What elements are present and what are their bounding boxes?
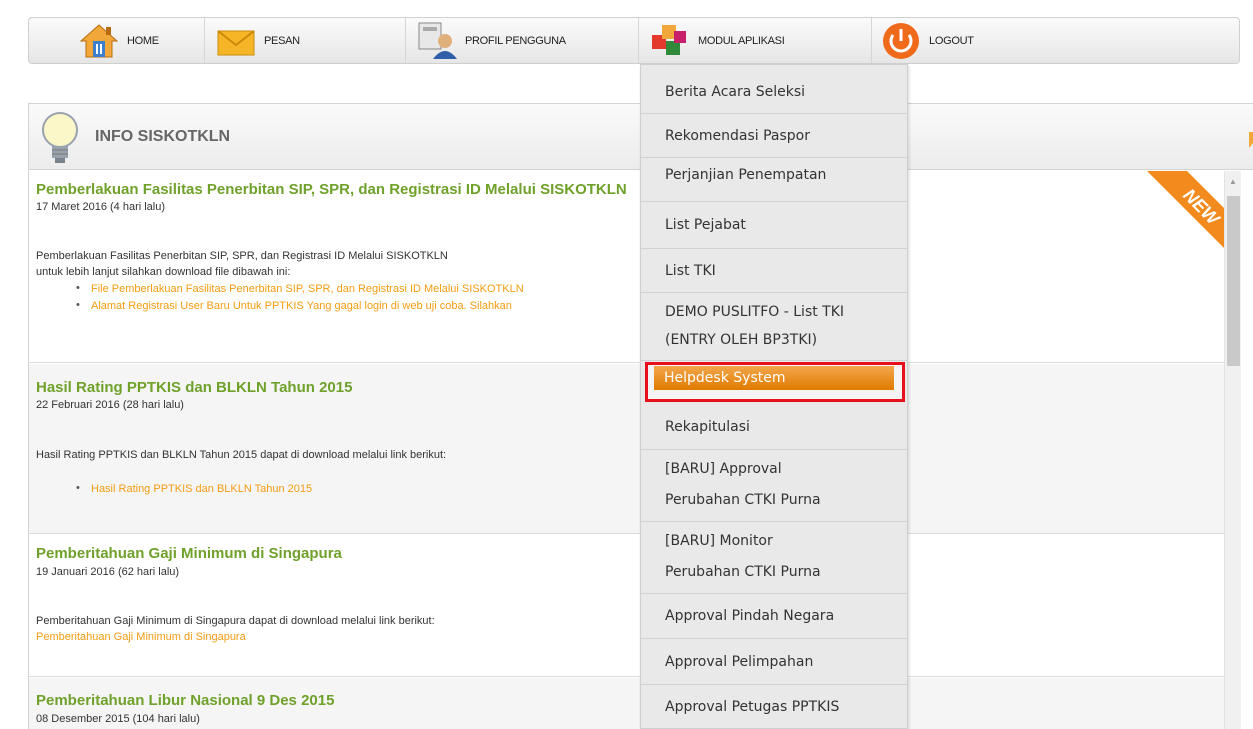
menu-item-rekapitulasi[interactable]: Rekapitulasi [641, 405, 907, 450]
menu-item-list-pejabat[interactable]: List Pejabat [641, 202, 907, 249]
news-item: Pemberlakuan Fasilitas Penerbitan SIP, S… [29, 171, 1224, 363]
news-link[interactable]: Pemberitahuan Gaji Minimum di Singapura [36, 631, 246, 643]
modules-cubes-icon [652, 24, 686, 55]
menu-item-approval-perubahan-ctki[interactable]: [BARU] Approval Perubahan CTKI Purna [641, 450, 907, 522]
scroll-thumb[interactable] [1227, 196, 1240, 366]
bullet: • [76, 299, 80, 311]
news-link[interactable]: Hasil Rating PPTKIS dan BLKLN Tahun 2015 [91, 483, 312, 495]
menu-item-list-tki[interactable]: List TKI [641, 249, 907, 293]
nav-modules-label: MODUL APLIKASI [698, 34, 785, 47]
menu-item-berita-acara-seleksi[interactable]: Berita Acara Seleksi [641, 70, 907, 114]
menu-item-helpdesk-system[interactable]: Helpdesk System [645, 362, 905, 402]
news-body: Pemberlakuan Fasilitas Penerbitan SIP, S… [36, 250, 448, 262]
menu-item-approval-petugas-pptkis[interactable]: Approval Petugas PPTKIS [641, 685, 907, 728]
bullet: • [76, 282, 80, 294]
news-date: 08 Desember 2015 (104 hari lalu) [36, 713, 200, 725]
menu-item-monitor-perubahan-ctki[interactable]: [BARU] Monitor Perubahan CTKI Purna [641, 522, 907, 594]
user-profile-icon [418, 22, 457, 59]
news-date: 22 Februari 2016 (28 hari lalu) [36, 399, 184, 411]
news-title[interactable]: Hasil Rating PPTKIS dan BLKLN Tahun 2015 [36, 379, 352, 396]
nav-home-label: HOME [127, 34, 159, 47]
news-item: Hasil Rating PPTKIS dan BLKLN Tahun 2015… [29, 364, 1224, 534]
news-title[interactable]: Pemberitahuan Libur Nasional 9 Des 2015 [36, 692, 334, 709]
home-icon [79, 23, 119, 57]
scroll-up-arrow-icon[interactable]: ▲ [1229, 177, 1237, 186]
power-icon [883, 22, 919, 59]
nav-modules-button[interactable]: MODUL APLIKASI [650, 18, 872, 63]
nav-messages-label: PESAN [264, 34, 300, 47]
news-body: Hasil Rating PPTKIS dan BLKLN Tahun 2015… [36, 449, 447, 461]
menu-item-perjanjian-penempatan[interactable]: Perjanjian Penempatan [641, 158, 907, 202]
new-ribbon-badge: NEW [1147, 171, 1227, 251]
nav-logout-button[interactable]: LOGOUT [881, 18, 1041, 63]
nav-logout-label: LOGOUT [929, 34, 974, 47]
info-title: INFO SISKOTKLN [95, 128, 231, 145]
nav-home-button[interactable]: HOME [79, 18, 205, 63]
nav-messages-button[interactable]: PESAN [216, 18, 406, 63]
news-date: 17 Maret 2016 (4 hari lalu) [36, 201, 166, 213]
news-item: Pemberitahuan Libur Nasional 9 Des 2015 … [29, 678, 1224, 729]
menu-item-demo-puslitfo[interactable]: DEMO PUSLITFO - List TKI (ENTRY OLEH BP3… [641, 293, 907, 361]
news-link[interactable]: Alamat Registrasi User Baru Untuk PPTKIS… [91, 300, 512, 312]
modules-dropdown-menu: Berita Acara Seleksi Rekomendasi Paspor … [640, 64, 908, 729]
news-item: Pemberitahuan Gaji Minimum di Singapura … [29, 535, 1224, 677]
bookmark-icon [1249, 132, 1253, 148]
news-title[interactable]: Pemberlakuan Fasilitas Penerbitan SIP, S… [36, 181, 627, 198]
news-title[interactable]: Pemberitahuan Gaji Minimum di Singapura [36, 545, 342, 562]
news-body: untuk lebih lanjut silahkan download fil… [36, 266, 291, 278]
vertical-scrollbar[interactable]: ▲ [1224, 171, 1241, 729]
news-link[interactable]: File Pemberlakuan Fasilitas Penerbitan S… [91, 283, 524, 295]
menu-item-approval-pelimpahan[interactable]: Approval Pelimpahan [641, 639, 907, 685]
menu-item-rekomendasi-paspor[interactable]: Rekomendasi Paspor [641, 114, 907, 158]
menu-item-approval-pindah-negara[interactable]: Approval Pindah Negara [641, 594, 907, 639]
envelope-icon [217, 29, 255, 55]
nav-profile-button[interactable]: PROFIL PENGGUNA [417, 18, 639, 63]
bullet: • [76, 482, 80, 494]
nav-profile-label: PROFIL PENGGUNA [465, 34, 566, 47]
news-body: Pemberitahuan Gaji Minimum di Singapura … [36, 615, 435, 627]
news-date: 19 Januari 2016 (62 hari lalu) [36, 566, 180, 578]
top-navigation-bar: HOME PESAN PROFIL PENGGUNA MODUL APLIKAS… [28, 17, 1240, 64]
lightbulb-icon [42, 112, 78, 163]
